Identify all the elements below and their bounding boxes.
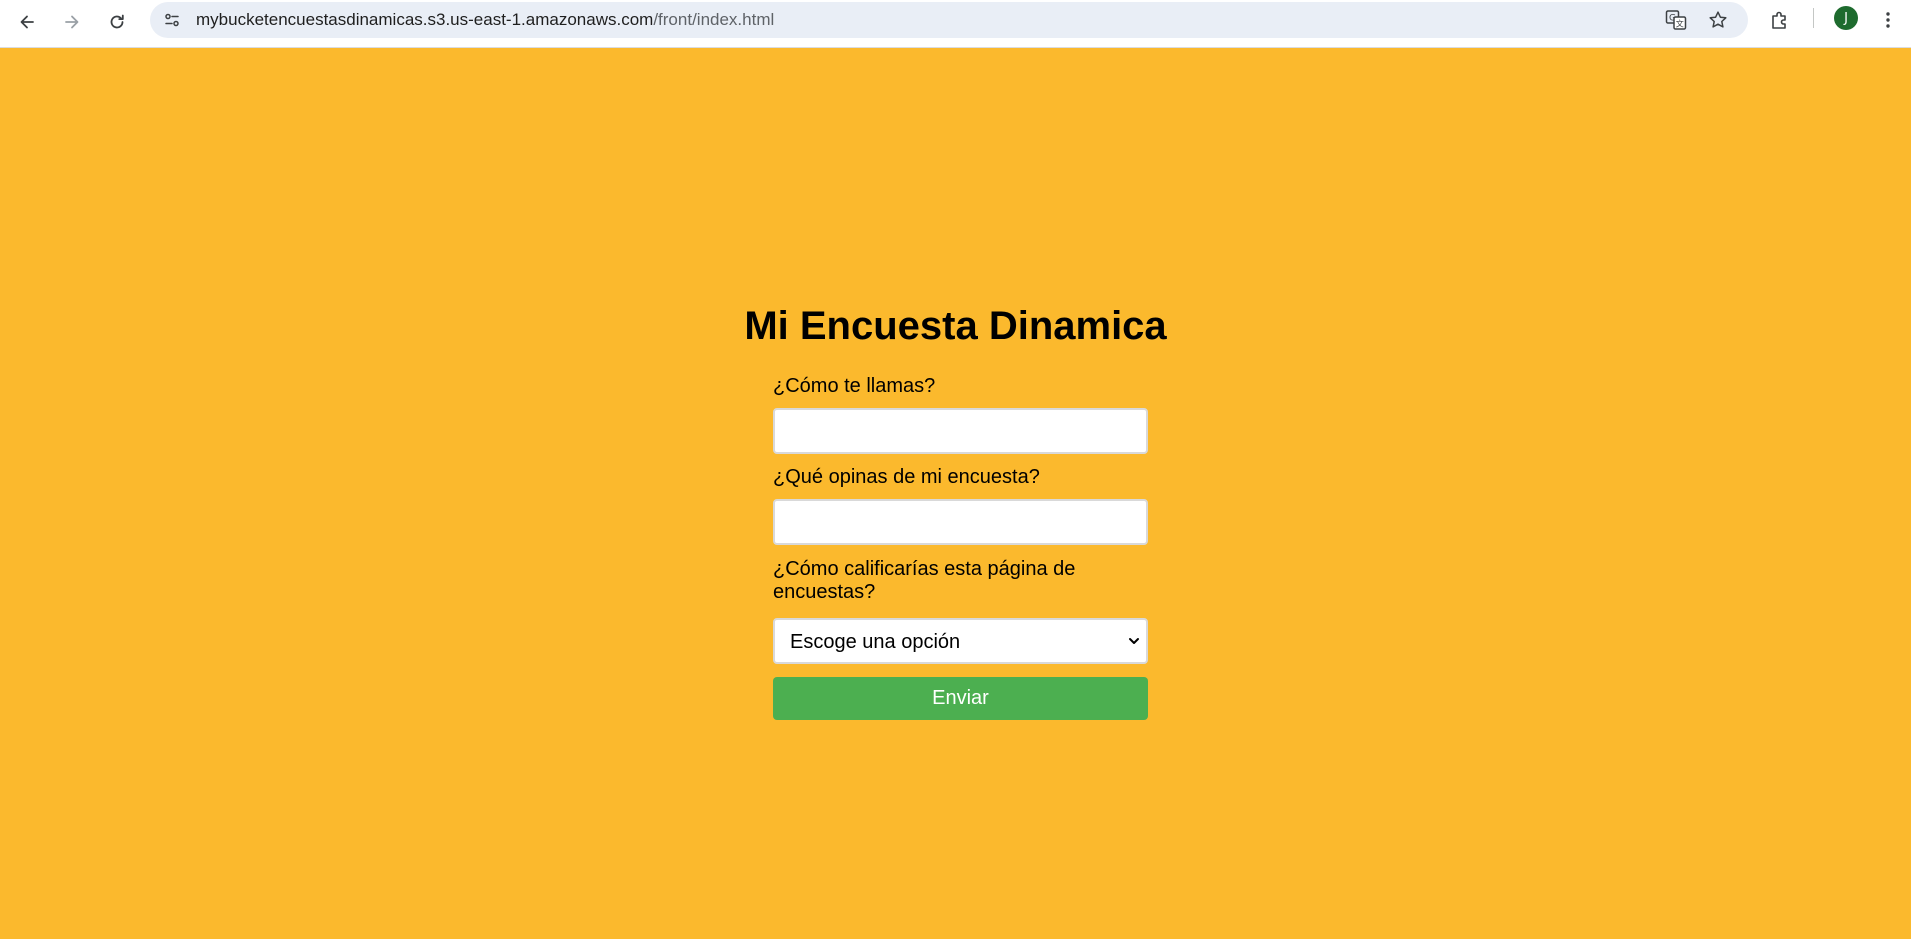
browser-toolbar: mybucketencuestasdinamicas.s3.us-east-1.… bbox=[0, 0, 1911, 48]
opinion-input[interactable] bbox=[773, 499, 1148, 545]
forward-icon bbox=[65, 15, 79, 29]
page-title: Mi Encuesta Dinamica bbox=[744, 304, 1167, 348]
site-info-button[interactable] bbox=[158, 6, 186, 34]
menu-icon bbox=[1886, 12, 1890, 28]
rating-label: ¿Cómo calificarías esta página de encues… bbox=[773, 558, 1076, 603]
url-path: /front/index.html bbox=[653, 10, 775, 29]
site-info-icon bbox=[165, 13, 179, 27]
translate-icon: G 文 bbox=[1665, 10, 1687, 30]
rating-selected-value: Escoge una opción bbox=[790, 631, 961, 653]
reload-button[interactable] bbox=[99, 4, 135, 40]
toolbar-separator bbox=[1813, 8, 1814, 28]
translate-button[interactable]: G 文 bbox=[1664, 8, 1688, 32]
browser-menu-button[interactable] bbox=[1874, 6, 1902, 34]
back-button[interactable] bbox=[9, 4, 45, 40]
profile-avatar[interactable]: J bbox=[1834, 6, 1858, 30]
url-text[interactable]: mybucketencuestasdinamicas.s3.us-east-1.… bbox=[196, 10, 774, 30]
bookmark-button[interactable] bbox=[1706, 8, 1730, 32]
opinion-label: ¿Qué opinas de mi encuesta? bbox=[773, 466, 1040, 488]
name-label: ¿Cómo te llamas? bbox=[773, 375, 936, 397]
name-input[interactable] bbox=[773, 408, 1148, 454]
survey-form: ¿Cómo te llamas? ¿Qué opinas de mi encue… bbox=[773, 375, 1148, 720]
rating-select[interactable]: Escoge una opción bbox=[773, 618, 1148, 664]
address-bar[interactable]: mybucketencuestasdinamicas.s3.us-east-1.… bbox=[150, 2, 1748, 38]
chevron-down-icon bbox=[1129, 638, 1139, 644]
forward-button[interactable] bbox=[54, 4, 90, 40]
page-body: Mi Encuesta Dinamica ¿Cómo te llamas? ¿Q… bbox=[0, 48, 1911, 939]
extensions-button[interactable] bbox=[1766, 6, 1794, 34]
submit-button[interactable]: Enviar bbox=[773, 677, 1148, 720]
reload-icon bbox=[110, 14, 124, 29]
back-icon bbox=[20, 15, 34, 29]
extensions-icon bbox=[1772, 11, 1786, 29]
svg-text:文: 文 bbox=[1676, 19, 1684, 29]
url-host: mybucketencuestasdinamicas.s3.us-east-1.… bbox=[196, 10, 654, 29]
star-icon bbox=[1709, 11, 1727, 28]
